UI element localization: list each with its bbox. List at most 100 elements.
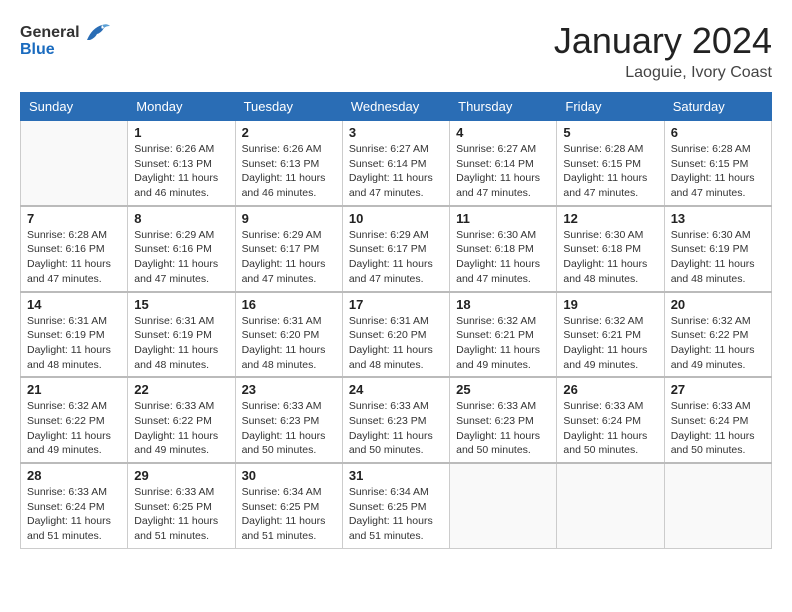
- day-info: Sunrise: 6:33 AM Sunset: 6:22 PM Dayligh…: [134, 399, 228, 458]
- calendar-cell: 8 Sunrise: 6:29 AM Sunset: 6:16 PM Daylig…: [128, 206, 235, 292]
- day-info: Sunrise: 6:33 AM Sunset: 6:24 PM Dayligh…: [671, 399, 765, 458]
- calendar-day-header: Tuesday: [235, 93, 342, 121]
- day-number: 5: [563, 125, 657, 140]
- day-info: Sunrise: 6:32 AM Sunset: 6:22 PM Dayligh…: [27, 399, 121, 458]
- calendar-cell: 26 Sunrise: 6:33 AM Sunset: 6:24 PM Dayli…: [557, 377, 664, 463]
- day-number: 14: [27, 297, 121, 312]
- day-info: Sunrise: 6:33 AM Sunset: 6:24 PM Dayligh…: [563, 399, 657, 458]
- calendar-week-row: 21 Sunrise: 6:32 AM Sunset: 6:22 PM Dayli…: [21, 377, 772, 463]
- day-info: Sunrise: 6:29 AM Sunset: 6:17 PM Dayligh…: [242, 228, 336, 287]
- day-info: Sunrise: 6:31 AM Sunset: 6:19 PM Dayligh…: [27, 314, 121, 373]
- calendar-cell: 7 Sunrise: 6:28 AM Sunset: 6:16 PM Daylig…: [21, 206, 128, 292]
- day-number: 25: [456, 382, 550, 397]
- day-number: 22: [134, 382, 228, 397]
- calendar-day-header: Friday: [557, 93, 664, 121]
- calendar-cell: 22 Sunrise: 6:33 AM Sunset: 6:22 PM Dayli…: [128, 377, 235, 463]
- day-info: Sunrise: 6:29 AM Sunset: 6:17 PM Dayligh…: [349, 228, 443, 287]
- day-number: 18: [456, 297, 550, 312]
- calendar-day-header: Thursday: [450, 93, 557, 121]
- day-number: 16: [242, 297, 336, 312]
- day-number: 8: [134, 211, 228, 226]
- calendar-cell: 30Sunrise: 6:34 AM Sunset: 6:25 PM Dayli…: [235, 463, 342, 548]
- day-info: Sunrise: 6:29 AM Sunset: 6:16 PM Dayligh…: [134, 228, 228, 287]
- calendar-cell: 12Sunrise: 6:30 AM Sunset: 6:18 PM Dayli…: [557, 206, 664, 292]
- calendar-cell: [450, 463, 557, 548]
- day-info: Sunrise: 6:26 AM Sunset: 6:13 PM Dayligh…: [242, 142, 336, 201]
- day-number: 9: [242, 211, 336, 226]
- day-number: 3: [349, 125, 443, 140]
- day-info: Sunrise: 6:30 AM Sunset: 6:18 PM Dayligh…: [456, 228, 550, 287]
- logo: General Blue: [20, 20, 112, 59]
- calendar-week-row: 7 Sunrise: 6:28 AM Sunset: 6:16 PM Daylig…: [21, 206, 772, 292]
- calendar-cell: 27 Sunrise: 6:33 AM Sunset: 6:24 PM Dayli…: [664, 377, 771, 463]
- day-number: 11: [456, 211, 550, 226]
- calendar-cell: 4 Sunrise: 6:27 AM Sunset: 6:14 PM Daylig…: [450, 121, 557, 206]
- calendar-cell: 9 Sunrise: 6:29 AM Sunset: 6:17 PM Daylig…: [235, 206, 342, 292]
- calendar-cell: 29Sunrise: 6:33 AM Sunset: 6:25 PM Dayli…: [128, 463, 235, 548]
- day-number: 7: [27, 211, 121, 226]
- calendar-cell: 13Sunrise: 6:30 AM Sunset: 6:19 PM Dayli…: [664, 206, 771, 292]
- calendar-header-row: SundayMondayTuesdayWednesdayThursdayFrid…: [21, 93, 772, 121]
- day-info: Sunrise: 6:34 AM Sunset: 6:25 PM Dayligh…: [349, 485, 443, 544]
- day-info: Sunrise: 6:31 AM Sunset: 6:19 PM Dayligh…: [134, 314, 228, 373]
- calendar-cell: 11 Sunrise: 6:30 AM Sunset: 6:18 PM Dayli…: [450, 206, 557, 292]
- day-number: 20: [671, 297, 765, 312]
- calendar-cell: 23Sunrise: 6:33 AM Sunset: 6:23 PM Dayli…: [235, 377, 342, 463]
- calendar-cell: 15 Sunrise: 6:31 AM Sunset: 6:19 PM Dayli…: [128, 292, 235, 378]
- day-info: Sunrise: 6:31 AM Sunset: 6:20 PM Dayligh…: [242, 314, 336, 373]
- day-info: Sunrise: 6:33 AM Sunset: 6:23 PM Dayligh…: [242, 399, 336, 458]
- calendar-cell: [557, 463, 664, 548]
- day-info: Sunrise: 6:33 AM Sunset: 6:23 PM Dayligh…: [349, 399, 443, 458]
- day-number: 10: [349, 211, 443, 226]
- calendar-cell: 31 Sunrise: 6:34 AM Sunset: 6:25 PM Dayli…: [342, 463, 449, 548]
- calendar-day-header: Wednesday: [342, 93, 449, 121]
- calendar-cell: 20 Sunrise: 6:32 AM Sunset: 6:22 PM Dayli…: [664, 292, 771, 378]
- location-subtitle: Laoguie, Ivory Coast: [554, 64, 772, 82]
- day-number: 21: [27, 382, 121, 397]
- calendar-cell: [21, 121, 128, 206]
- logo-bird-icon: [82, 20, 112, 45]
- logo-general-text: General: [20, 24, 80, 42]
- calendar-cell: 1 Sunrise: 6:26 AM Sunset: 6:13 PM Daylig…: [128, 121, 235, 206]
- day-info: Sunrise: 6:30 AM Sunset: 6:18 PM Dayligh…: [563, 228, 657, 287]
- day-info: Sunrise: 6:28 AM Sunset: 6:16 PM Dayligh…: [27, 228, 121, 287]
- day-info: Sunrise: 6:33 AM Sunset: 6:25 PM Dayligh…: [134, 485, 228, 544]
- day-number: 1: [134, 125, 228, 140]
- calendar-cell: 2Sunrise: 6:26 AM Sunset: 6:13 PM Daylig…: [235, 121, 342, 206]
- day-info: Sunrise: 6:27 AM Sunset: 6:14 PM Dayligh…: [349, 142, 443, 201]
- day-number: 4: [456, 125, 550, 140]
- calendar-cell: 25 Sunrise: 6:33 AM Sunset: 6:23 PM Dayli…: [450, 377, 557, 463]
- day-info: Sunrise: 6:28 AM Sunset: 6:15 PM Dayligh…: [563, 142, 657, 201]
- day-number: 26: [563, 382, 657, 397]
- day-info: Sunrise: 6:33 AM Sunset: 6:24 PM Dayligh…: [27, 485, 121, 544]
- day-number: 13: [671, 211, 765, 226]
- calendar-day-header: Monday: [128, 93, 235, 121]
- day-info: Sunrise: 6:32 AM Sunset: 6:21 PM Dayligh…: [563, 314, 657, 373]
- calendar-cell: [664, 463, 771, 548]
- calendar-day-header: Saturday: [664, 93, 771, 121]
- day-info: Sunrise: 6:26 AM Sunset: 6:13 PM Dayligh…: [134, 142, 228, 201]
- calendar-cell: 5 Sunrise: 6:28 AM Sunset: 6:15 PM Daylig…: [557, 121, 664, 206]
- day-info: Sunrise: 6:33 AM Sunset: 6:23 PM Dayligh…: [456, 399, 550, 458]
- calendar-week-row: 1 Sunrise: 6:26 AM Sunset: 6:13 PM Daylig…: [21, 121, 772, 206]
- day-number: 31: [349, 468, 443, 483]
- calendar-cell: 17 Sunrise: 6:31 AM Sunset: 6:20 PM Dayli…: [342, 292, 449, 378]
- month-year-title: January 2024: [554, 20, 772, 62]
- day-number: 6: [671, 125, 765, 140]
- calendar-table: SundayMondayTuesdayWednesdayThursdayFrid…: [20, 92, 772, 549]
- day-info: Sunrise: 6:32 AM Sunset: 6:21 PM Dayligh…: [456, 314, 550, 373]
- calendar-cell: 3 Sunrise: 6:27 AM Sunset: 6:14 PM Daylig…: [342, 121, 449, 206]
- calendar-week-row: 14 Sunrise: 6:31 AM Sunset: 6:19 PM Dayli…: [21, 292, 772, 378]
- day-info: Sunrise: 6:31 AM Sunset: 6:20 PM Dayligh…: [349, 314, 443, 373]
- calendar-week-row: 28 Sunrise: 6:33 AM Sunset: 6:24 PM Dayli…: [21, 463, 772, 548]
- day-number: 28: [27, 468, 121, 483]
- day-info: Sunrise: 6:27 AM Sunset: 6:14 PM Dayligh…: [456, 142, 550, 201]
- calendar-cell: 28 Sunrise: 6:33 AM Sunset: 6:24 PM Dayli…: [21, 463, 128, 548]
- day-number: 17: [349, 297, 443, 312]
- day-info: Sunrise: 6:32 AM Sunset: 6:22 PM Dayligh…: [671, 314, 765, 373]
- logo-blue-text: Blue: [20, 41, 55, 59]
- day-number: 27: [671, 382, 765, 397]
- page-header: General Blue January 2024 Laoguie, Ivory…: [20, 20, 772, 82]
- calendar-cell: 14 Sunrise: 6:31 AM Sunset: 6:19 PM Dayli…: [21, 292, 128, 378]
- day-number: 15: [134, 297, 228, 312]
